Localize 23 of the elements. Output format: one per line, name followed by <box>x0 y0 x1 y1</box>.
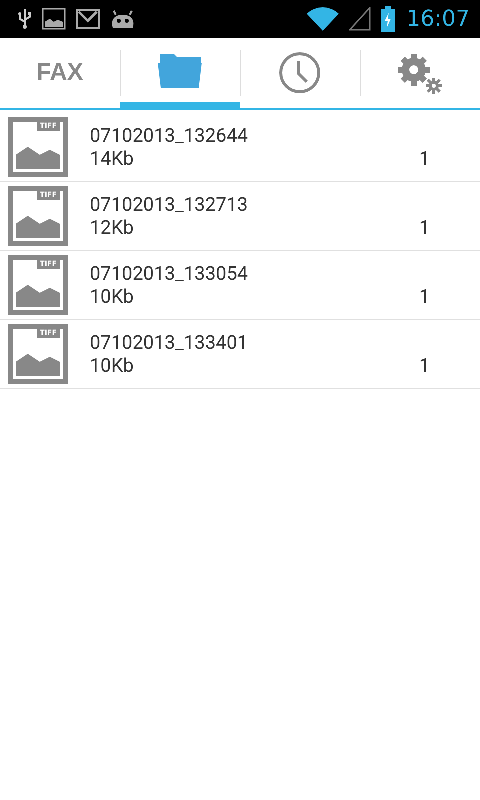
file-size: 14Kb <box>90 147 134 170</box>
settings-icon <box>396 52 444 94</box>
file-name: 07102013_132644 <box>90 124 250 147</box>
file-name: 07102013_132713 <box>90 193 250 216</box>
signal-icon <box>348 7 371 31</box>
file-size: 12Kb <box>90 216 134 239</box>
robot-icon <box>110 9 136 29</box>
battery-icon <box>380 6 395 32</box>
folder-icon <box>157 52 203 88</box>
usb-icon <box>18 8 32 30</box>
page-count: 1 <box>419 216 430 239</box>
page-count: 1 <box>419 354 430 377</box>
wifi-icon <box>306 7 339 31</box>
page-count: 1 <box>419 285 430 308</box>
file-name: 07102013_133401 <box>90 331 250 354</box>
mail-icon <box>76 9 100 29</box>
clock-icon <box>279 52 321 94</box>
image-icon <box>42 8 66 30</box>
page-count: 1 <box>419 147 430 170</box>
file-name: 07102013_133054 <box>90 262 250 285</box>
file-size: 10Kb <box>90 285 134 308</box>
file-size: 10Kb <box>90 354 134 377</box>
clock-time: 16:07 <box>406 6 470 32</box>
